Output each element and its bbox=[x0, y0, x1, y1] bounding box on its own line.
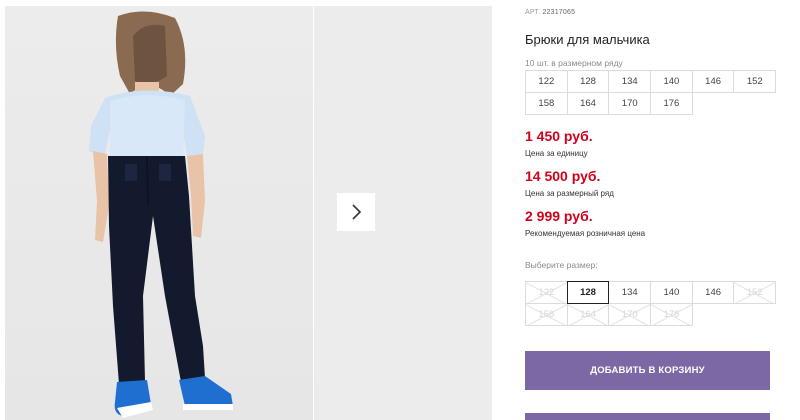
size-option-disabled: 158 bbox=[525, 303, 568, 326]
size-option[interactable]: 134 bbox=[608, 281, 652, 304]
pack-price-caption: Цена за размерный ряд bbox=[525, 189, 614, 198]
size-option[interactable]: 140 bbox=[650, 281, 693, 304]
add-to-cart-button[interactable]: ДОБАВИТЬ В КОРЗИНУ bbox=[525, 351, 770, 390]
pack-size-cell: 140 bbox=[650, 70, 693, 93]
retail-price: 2 999 руб. bbox=[525, 208, 593, 224]
size-option[interactable]: 146 bbox=[691, 281, 735, 304]
size-option-disabled: 170 bbox=[608, 303, 652, 326]
size-option-disabled: 122 bbox=[525, 281, 568, 304]
pack-size-cell: 128 bbox=[566, 70, 610, 93]
pack-size-cell: 134 bbox=[608, 70, 652, 93]
pack-size-cell: 146 bbox=[691, 70, 735, 93]
chevron-right-icon bbox=[352, 204, 362, 220]
size-option-disabled: 176 bbox=[650, 303, 693, 326]
sku-number: 22317065 bbox=[542, 9, 576, 16]
size-option-selected[interactable]: 128 bbox=[566, 281, 610, 304]
product-info-panel: АРТ. 22317065 Брюки для мальчика 10 шт. … bbox=[525, 0, 785, 420]
retail-price-caption: Рекомендуемая розничная цена bbox=[525, 229, 646, 238]
product-image bbox=[5, 6, 313, 420]
next-image-button[interactable] bbox=[337, 193, 375, 231]
pack-size-grid: 122 128 134 140 146 152 158 164 170 176 bbox=[525, 70, 777, 115]
pack-size-cell: 164 bbox=[566, 92, 610, 115]
pack-label: 10 шт. в размерном ряду bbox=[525, 58, 623, 68]
pack-price: 14 500 руб. bbox=[525, 168, 601, 184]
size-option-disabled: 152 bbox=[733, 281, 777, 304]
product-photo-illustration bbox=[89, 11, 233, 418]
unit-price-caption: Цена за единицу bbox=[525, 149, 588, 158]
secondary-action-button[interactable] bbox=[525, 413, 770, 420]
product-title: Брюки для мальчика bbox=[525, 32, 650, 47]
unit-price: 1 450 руб. bbox=[525, 128, 593, 144]
pack-size-cell: 176 bbox=[650, 92, 693, 115]
sku-label: АРТ. bbox=[525, 9, 541, 16]
size-option-disabled: 164 bbox=[566, 303, 610, 326]
size-picker-label: Выберите размер: bbox=[525, 260, 598, 270]
size-picker: 122 128 134 140 146 152 158 164 170 176 bbox=[525, 281, 777, 326]
pack-size-cell: 152 bbox=[733, 70, 777, 93]
pack-size-cell: 158 bbox=[525, 92, 568, 115]
product-sku: АРТ. 22317065 bbox=[525, 9, 575, 16]
pack-size-cell: 122 bbox=[525, 70, 568, 93]
pack-size-cell: 170 bbox=[608, 92, 652, 115]
